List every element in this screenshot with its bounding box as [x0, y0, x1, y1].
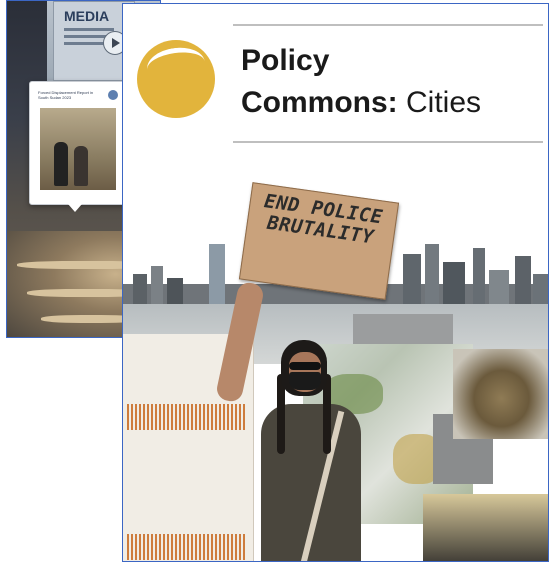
title-line-1: Policy: [241, 44, 330, 77]
seismograph-trace: [127, 534, 247, 560]
person-figure: [54, 142, 68, 186]
person-figure: [74, 146, 88, 186]
eagle-photo-scrap: [453, 349, 548, 439]
title-cities: Cities: [397, 86, 482, 119]
bottom-rule: [233, 141, 543, 143]
seismograph-trace: [127, 404, 247, 430]
report-cover-photo: [40, 108, 116, 190]
policy-commons-cities-card[interactable]: Policy Commons: Cities END POLICE BRUTAL…: [122, 3, 549, 562]
title-line-2: Commons: Cities: [241, 86, 481, 120]
sunglasses: [289, 362, 321, 370]
title-commons: Commons:: [241, 86, 398, 119]
un-logo-icon: [108, 90, 118, 100]
face-mask: [289, 372, 321, 390]
logo-swoosh: [144, 44, 208, 87]
protest-collage-image: END POLICE BRUTALITY: [123, 164, 548, 561]
paper-scrap: [353, 314, 453, 344]
top-rule: [233, 24, 543, 26]
media-text: MEDIA: [64, 8, 110, 24]
report-tooltip-card[interactable]: Forced Displacement Report in South Suda…: [29, 81, 127, 212]
protest-sign: END POLICE BRUTALITY: [238, 182, 400, 300]
bottom-collage-scrap: [423, 494, 548, 561]
tooltip-title: Forced Displacement Report in South Suda…: [38, 90, 94, 100]
protest-sign-text: END POLICE BRUTALITY: [262, 190, 385, 249]
policy-commons-logo-icon: [137, 40, 215, 118]
